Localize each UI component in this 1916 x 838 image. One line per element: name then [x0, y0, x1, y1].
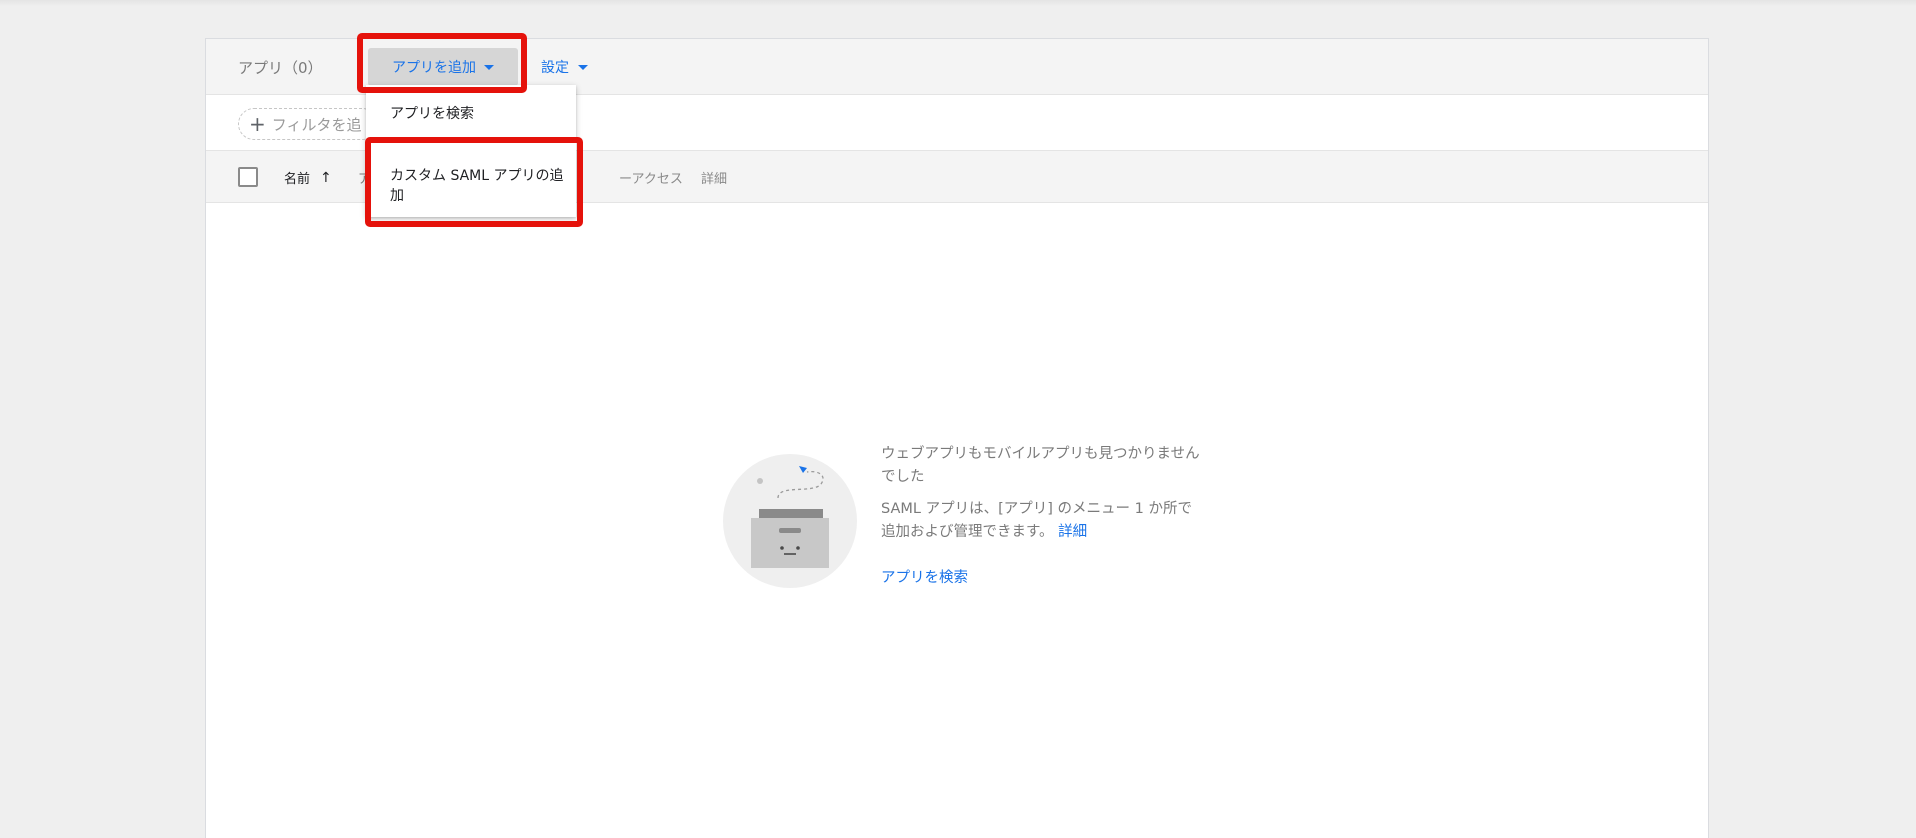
empty-state-title: ウェブアプリもモバイルアプリも見つかりませんでした: [881, 446, 1200, 485]
plus-icon: +: [249, 112, 266, 136]
empty-state-message: ウェブアプリもモバイルアプリも見つかりませんでした SAML アプリは、[アプリ…: [881, 443, 1201, 590]
menu-item-search-apps[interactable]: アプリを検索: [390, 103, 474, 123]
filter-chip-label: フィルタを追: [271, 115, 362, 134]
search-apps-link[interactable]: アプリを検索: [881, 567, 1201, 590]
apps-panel: アプリ（0） アプリを追加 設定 + フィルタを追 名前 ↑ ア ーアクセス 詳…: [205, 33, 1709, 838]
highlight-box-custom-saml: [365, 137, 583, 227]
highlight-box-add-app: [357, 33, 527, 93]
empty-state-description: SAML アプリは、[アプリ] のメニュー 1 か所で追加および管理できます。 …: [881, 498, 1201, 544]
top-bar-shadow: [0, 0, 1916, 6]
empty-state-description-text: SAML アプリは、[アプリ] のメニュー 1 か所で追加および管理できます。: [881, 501, 1192, 540]
apps-count-label: アプリ（0）: [238, 59, 323, 77]
add-filter-chip[interactable]: + フィルタを追: [238, 108, 378, 140]
sort-arrow-up-icon: ↑: [320, 169, 332, 186]
column-header-name[interactable]: 名前 ↑: [284, 168, 332, 188]
empty-box-illustration: [723, 454, 857, 588]
settings-button[interactable]: 設定: [541, 48, 588, 86]
column-header-details[interactable]: 詳細: [701, 168, 727, 187]
learn-more-link[interactable]: 詳細: [1058, 524, 1087, 540]
settings-button-label: 設定: [541, 60, 569, 76]
column-name-label: 名前: [284, 172, 311, 187]
chevron-down-icon: [578, 64, 588, 70]
select-all-checkbox[interactable]: [238, 167, 258, 187]
column-header-access[interactable]: ーアクセス: [619, 168, 683, 187]
